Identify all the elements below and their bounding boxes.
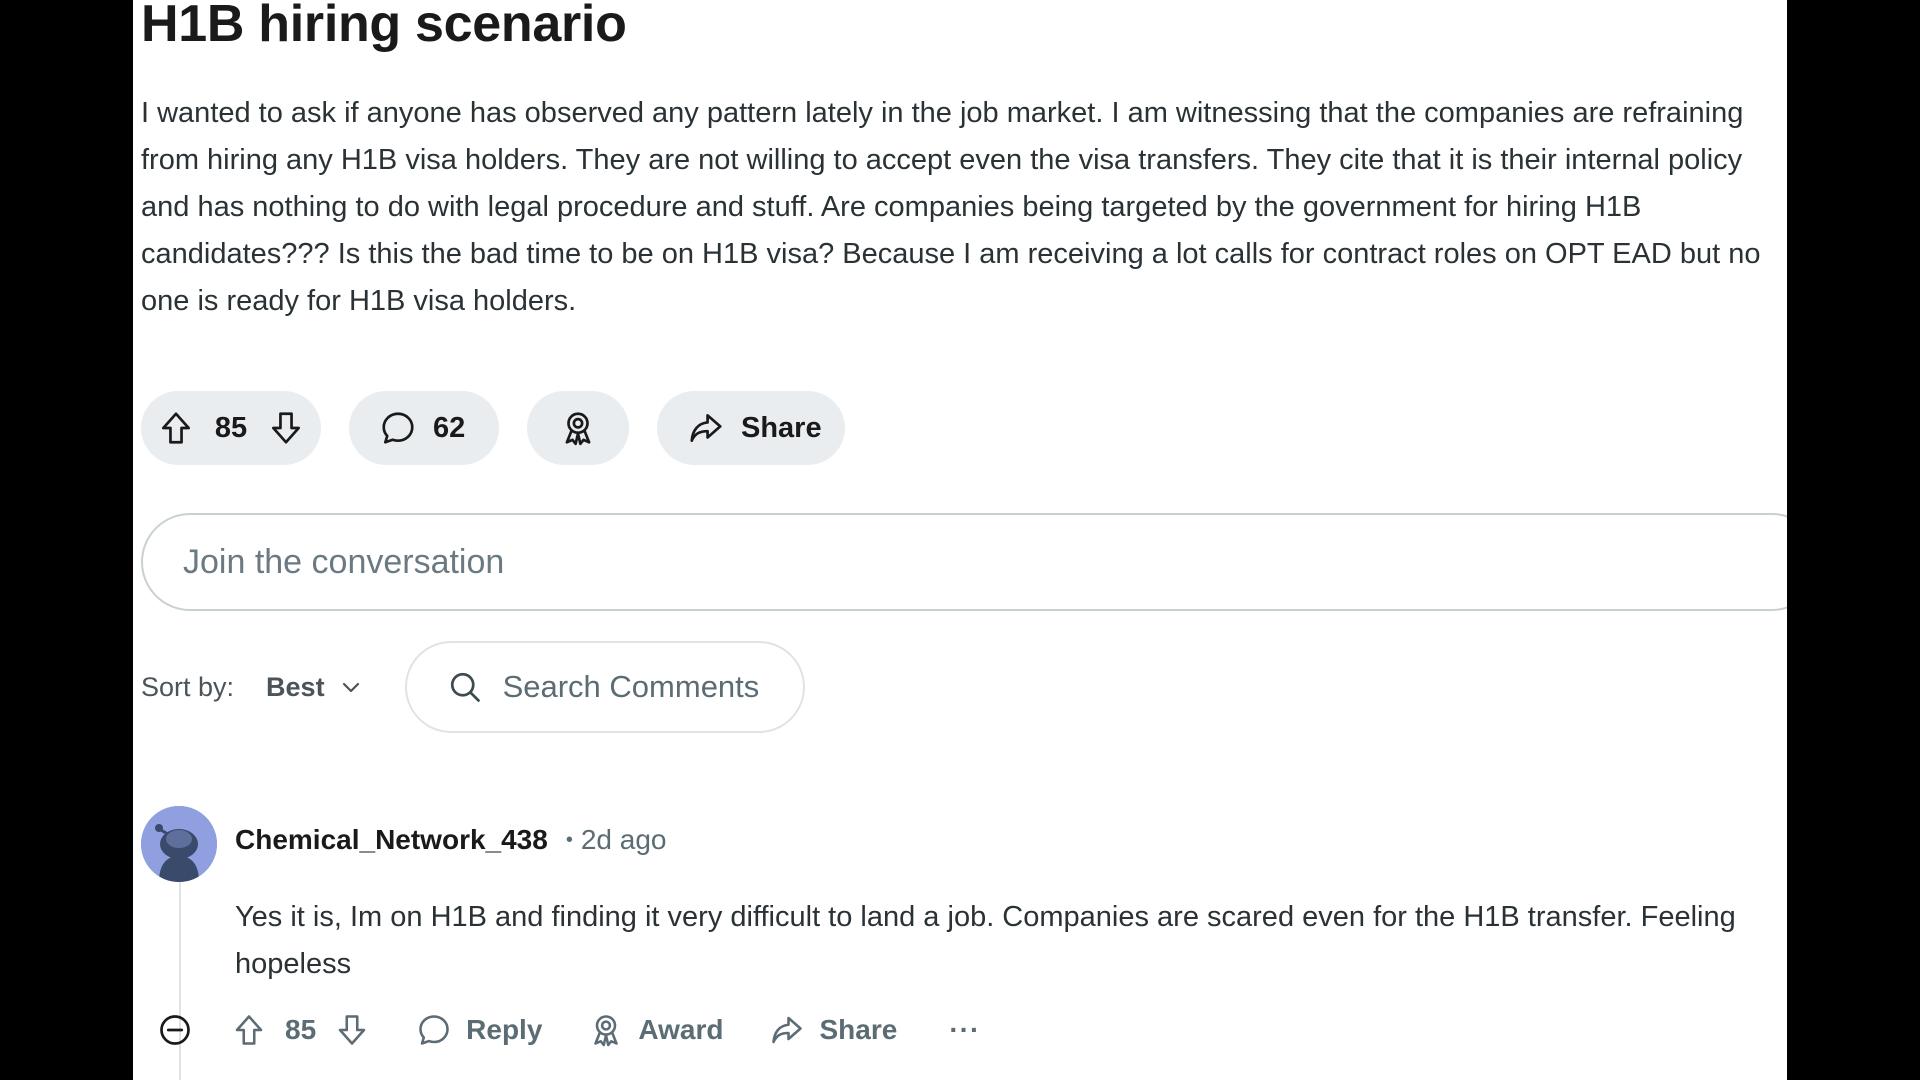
chevron-down-icon	[339, 675, 363, 699]
comments-toolbar: Sort by: Best	[141, 640, 805, 734]
sort-value: Best	[266, 671, 325, 702]
speech-bubble-icon	[379, 409, 417, 447]
minus-circle-icon	[160, 1015, 190, 1045]
post-detail-page: H1B hiring scenario I wanted to ask if a…	[133, 0, 1787, 1080]
reply-label: Reply	[466, 1014, 543, 1045]
post-vote-control: 85	[141, 391, 321, 465]
comment-username[interactable]: Chemical_Network_438	[235, 824, 548, 856]
avatar[interactable]	[141, 806, 217, 882]
award-label: Award	[638, 1014, 724, 1045]
downvote-arrow-icon[interactable]	[334, 1012, 370, 1048]
comment-share-button[interactable]: Share	[769, 1012, 897, 1048]
comment-action-bar: 85 Reply Award Share ···	[157, 1012, 980, 1048]
post-vote-count: 85	[214, 411, 248, 444]
collapse-thread-button[interactable]	[157, 1012, 197, 1048]
award-ribbon-icon	[594, 1015, 619, 1047]
upvote-arrow-icon[interactable]	[157, 409, 195, 447]
post-award-button[interactable]	[527, 391, 629, 465]
comment-vote-count: 85	[285, 1014, 317, 1045]
post-share-button[interactable]: Share	[657, 391, 845, 465]
speech-bubble-icon	[419, 1015, 449, 1045]
reply-button[interactable]: Reply	[416, 1012, 542, 1048]
comment-vote-control: 85	[231, 1012, 370, 1048]
separator-dot: •	[565, 828, 573, 851]
share-arrow-icon	[772, 1016, 803, 1044]
post-comment-count: 62	[433, 411, 466, 444]
snoo-avatar-icon	[141, 806, 217, 882]
award-ribbon-icon	[559, 409, 597, 447]
award-button[interactable]: Award	[588, 1012, 723, 1048]
post-share-label: Share	[741, 411, 822, 444]
post-comments-button[interactable]: 62	[349, 391, 499, 465]
post-action-bar: 85 62 Share	[141, 391, 845, 465]
share-arrow-icon	[687, 409, 725, 447]
post-title: H1B hiring scenario	[141, 0, 627, 53]
downvote-arrow-icon[interactable]	[267, 409, 305, 447]
comment-composer-input[interactable]	[181, 541, 1385, 583]
thread-line[interactable]	[179, 882, 181, 1080]
sort-dropdown[interactable]: Best	[266, 672, 363, 703]
sort-label: Sort by:	[141, 671, 235, 702]
search-comments-box[interactable]	[404, 641, 805, 733]
upvote-arrow-icon[interactable]	[231, 1012, 267, 1048]
post-body: I wanted to ask if anyone has observed a…	[141, 97, 1761, 317]
more-options-button[interactable]: ···	[949, 1014, 980, 1046]
search-comments-input[interactable]	[500, 668, 785, 706]
comment-text: Yes it is, Im on H1B and finding it very…	[235, 901, 1736, 980]
search-icon	[447, 669, 483, 705]
join-conversation-box[interactable]	[141, 513, 1787, 611]
comment-header: Chemical_Network_438 • 2d ago	[235, 824, 666, 856]
comment-share-label: Share	[819, 1014, 898, 1045]
comment-timestamp[interactable]: 2d ago	[581, 824, 667, 856]
